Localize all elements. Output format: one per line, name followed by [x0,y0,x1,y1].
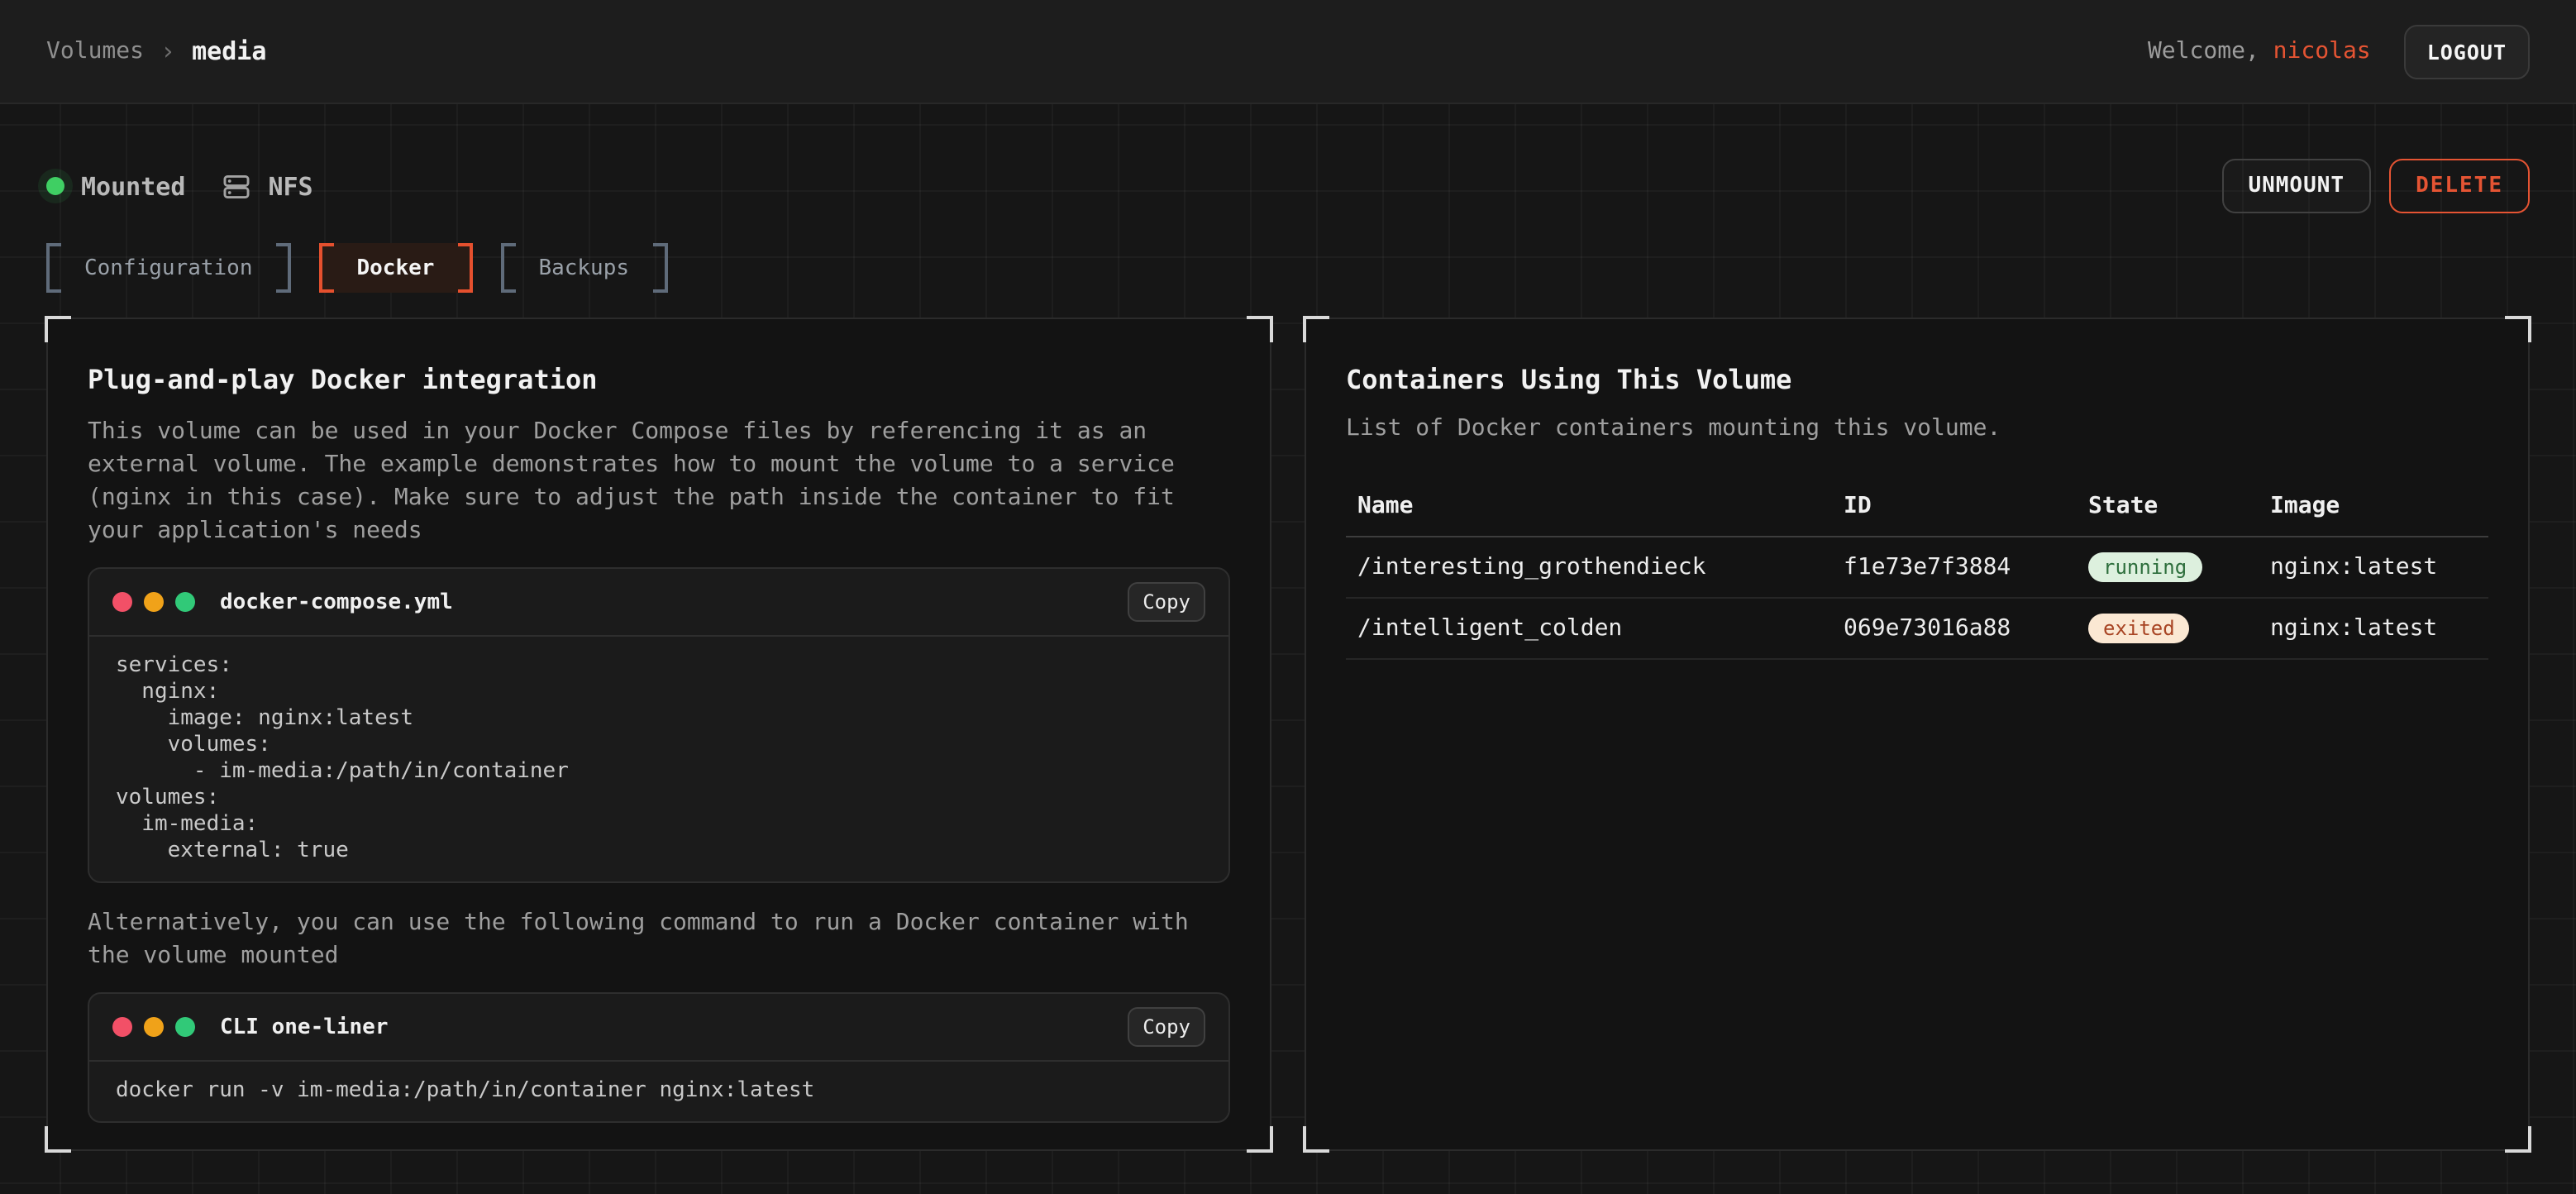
breadcrumb-current: media [192,36,266,66]
state-badge: running [2088,552,2202,582]
topbar-right: Welcome, nicolas LOGOUT [2148,24,2530,79]
tab-docker[interactable]: Docker [319,243,473,293]
containers-panel-title: Containers Using This Volume [1346,362,2488,399]
mounted-status: Mounted [46,171,185,201]
window-dot-red-icon [112,592,132,612]
window-dot-yellow-icon [144,1017,164,1037]
column-header-name: Name [1357,493,1844,519]
action-group: UNMOUNT DELETE [2221,159,2530,213]
column-header-image: Image [2270,493,2488,519]
table-header-row: Name ID State Image [1346,486,2488,537]
cell-container-image: nginx:latest [2270,554,2488,580]
welcome-prefix: Welcome, [2148,38,2273,64]
nfs-badge: NFS [222,171,312,201]
compose-code: services: nginx: image: nginx:latest vol… [89,637,1228,881]
containers-table: Name ID State Image /interesting_grothen… [1346,486,2488,660]
bracket-left-icon [319,243,334,293]
window-dot-red-icon [112,1017,132,1037]
nfs-label: NFS [268,171,312,201]
corner-mark-icon [45,1126,71,1153]
compose-code-header: docker-compose.yml Copy [89,569,1228,637]
containers-panel-subtitle: List of Docker containers mounting this … [1346,412,2488,445]
cell-container-image: nginx:latest [2270,615,2488,642]
bracket-right-icon [652,243,667,293]
compose-filename: docker-compose.yml [220,590,1128,614]
breadcrumb-volumes-link[interactable]: Volumes [46,38,144,64]
unmount-button[interactable]: UNMOUNT [2221,159,2371,213]
corner-mark-icon [2505,316,2531,342]
window-dot-yellow-icon [144,592,164,612]
topbar: Volumes › media Welcome, nicolas LOGOUT [0,0,2576,104]
cli-intro-text: Alternatively, you can use the following… [88,906,1230,972]
chevron-right-icon: › [160,36,175,66]
corner-mark-icon [45,316,71,342]
window-dots [112,592,195,612]
table-row: /intelligent_colden 069e73016a88 exited … [1346,599,2488,660]
docker-panel-description: This volume can be used in your Docker C… [88,415,1230,547]
tab-configuration-label: Configuration [61,243,276,293]
bracket-right-icon [457,243,472,293]
cell-container-name: /intelligent_colden [1357,615,1844,642]
docker-panel-title: Plug-and-play Docker integration [88,362,1230,399]
state-cell: exited [2088,614,2270,643]
volume-header-row: Mounted NFS UNMOUNT DELET [46,104,2530,213]
window-dots [112,1017,195,1037]
window-dot-green-icon [175,592,195,612]
table-row: /interesting_grothendieck f1e73e7f3884 r… [1346,537,2488,599]
state-cell: running [2088,552,2270,582]
cli-copy-button[interactable]: Copy [1128,1007,1205,1047]
server-stack-icon [222,171,251,201]
cell-container-name: /interesting_grothendieck [1357,554,1844,580]
docker-integration-panel: Plug-and-play Docker integration This vo… [46,318,1271,1151]
cli-code-block: CLI one-liner Copy docker run -v im-medi… [88,992,1230,1123]
mounted-dot-icon [46,177,64,195]
state-badge: exited [2088,614,2190,643]
compose-copy-button[interactable]: Copy [1128,582,1205,622]
corner-mark-icon [1247,316,1273,342]
tab-backups-label: Backups [515,243,652,293]
corner-mark-icon [1247,1126,1273,1153]
bracket-left-icon [500,243,515,293]
welcome-text: Welcome, nicolas [2148,38,2371,64]
mounted-label: Mounted [81,171,185,201]
column-header-state: State [2088,493,2270,519]
tab-backups[interactable]: Backups [500,243,667,293]
tab-docker-label: Docker [334,243,458,293]
cell-container-id: f1e73e7f3884 [1844,554,2088,580]
main-content: Mounted NFS UNMOUNT DELET [0,104,2576,1194]
corner-mark-icon [1303,316,1329,342]
bracket-left-icon [46,243,61,293]
window-dot-green-icon [175,1017,195,1037]
delete-button[interactable]: DELETE [2389,159,2530,213]
corner-mark-icon [1303,1126,1329,1153]
tab-configuration[interactable]: Configuration [46,243,291,293]
breadcrumb: Volumes › media [46,36,266,66]
corner-mark-icon [2505,1126,2531,1153]
cli-code: docker run -v im-media:/path/in/containe… [89,1062,1228,1121]
app: Volumes › media Welcome, nicolas LOGOUT … [0,0,2576,1194]
bracket-right-icon [276,243,291,293]
logout-button[interactable]: LOGOUT [2404,24,2530,79]
compose-code-block: docker-compose.yml Copy services: nginx:… [88,567,1230,883]
status-group: Mounted NFS [46,171,313,201]
containers-panel: Containers Using This Volume List of Doc… [1305,318,2530,1151]
cli-filename: CLI one-liner [220,1015,1128,1039]
username: nicolas [2273,38,2371,64]
cli-code-header: CLI one-liner Copy [89,994,1228,1062]
column-header-id: ID [1844,493,2088,519]
tab-bar: Configuration Docker Backups [46,243,2530,293]
cell-container-id: 069e73016a88 [1844,615,2088,642]
panels-row: Plug-and-play Docker integration This vo… [46,318,2530,1151]
